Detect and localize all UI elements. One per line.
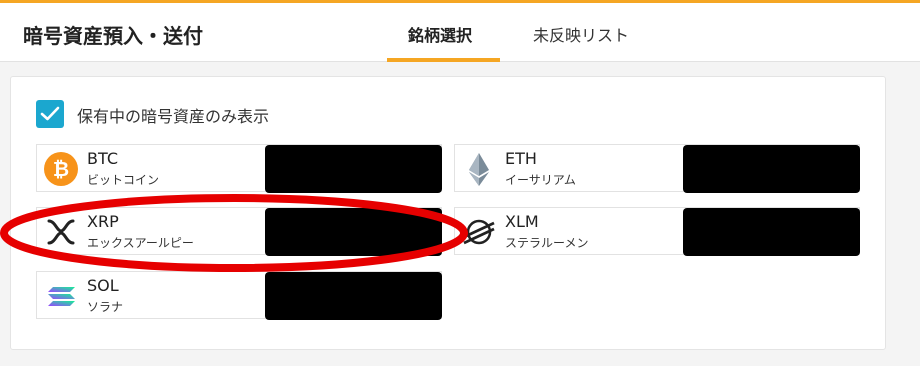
svg-text:₿: ₿ <box>53 157 69 181</box>
coin-item-sol[interactable]: SOL ソラナ <box>36 271 442 320</box>
tab-coin-selection[interactable]: 銘柄選択 <box>408 22 472 46</box>
header: 暗号資産預入・送付 銘柄選択 未反映リスト <box>0 3 920 62</box>
coin-item-eth[interactable]: ETH イーサリアム <box>454 144 860 193</box>
bitcoin-icon: ₿ <box>44 152 78 186</box>
coin-item-xrp[interactable]: XRP エックスアールピー <box>36 207 442 256</box>
coin-name: イーサリアム <box>505 173 576 187</box>
active-tab-indicator <box>387 58 500 62</box>
coin-symbol: ETH <box>505 149 537 168</box>
redacted-balance <box>265 145 442 193</box>
stellar-icon <box>463 219 495 245</box>
coin-item-btc[interactable]: ₿ BTC ビットコイン <box>36 144 442 193</box>
coin-name: ビットコイン <box>87 173 160 187</box>
redacted-balance <box>265 272 442 320</box>
ethereum-icon <box>469 153 489 186</box>
redacted-balance <box>265 208 442 256</box>
checkmark-icon <box>40 106 60 121</box>
coin-symbol: SOL <box>87 276 119 295</box>
xrp-icon <box>47 219 75 245</box>
held-only-checkbox-label: 保有中の暗号資産のみ表示 <box>77 107 270 126</box>
coin-name: エックスアールピー <box>87 236 194 250</box>
tab-unreflected-list[interactable]: 未反映リスト <box>533 22 629 46</box>
coin-item-xlm[interactable]: XLM ステラルーメン <box>454 207 860 256</box>
coin-name: ソラナ <box>87 300 124 314</box>
coin-name: ステラルーメン <box>505 236 589 250</box>
redacted-balance <box>683 145 860 193</box>
held-only-checkbox[interactable] <box>36 100 64 128</box>
coin-symbol: XLM <box>505 212 539 231</box>
solana-icon <box>48 287 75 306</box>
coin-symbol: XRP <box>87 212 119 231</box>
page-title: 暗号資産預入・送付 <box>23 24 203 48</box>
coin-symbol: BTC <box>87 149 118 168</box>
redacted-balance <box>683 208 860 256</box>
